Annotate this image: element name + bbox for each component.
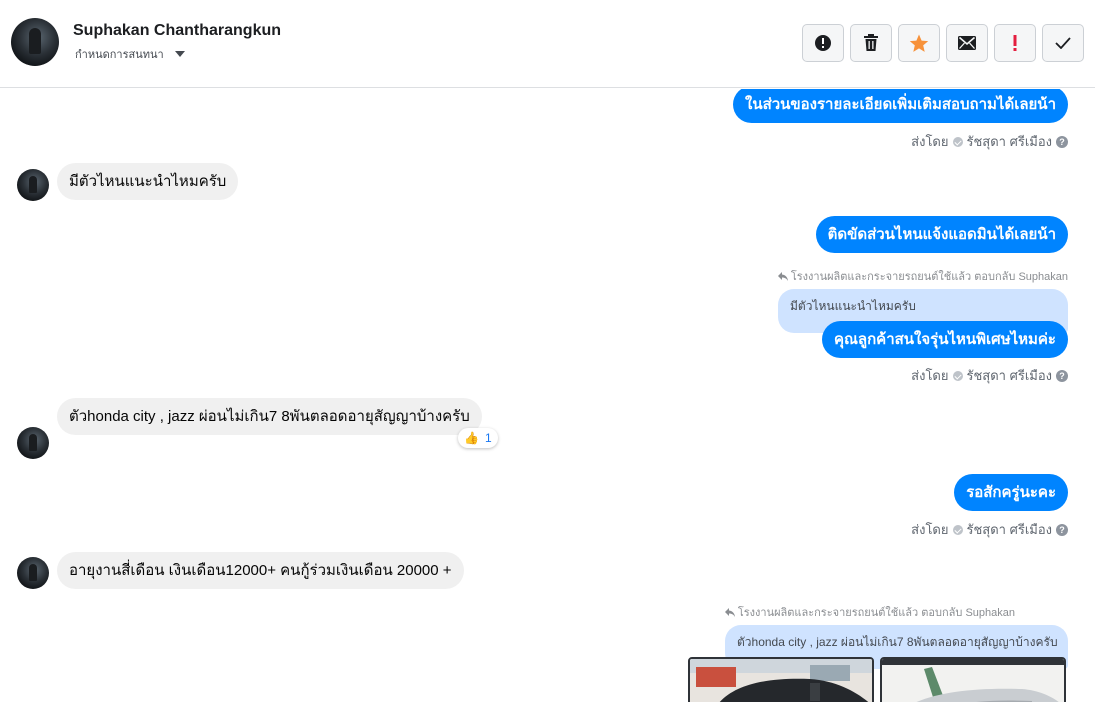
message-outgoing[interactable]: คุณลูกค้าสนใจรุ่นไหนพิเศษไหมค่ะ (821, 321, 1068, 358)
agent-name[interactable]: รัชสุดา ศรีเมือง (967, 365, 1053, 386)
contact-avatar-small[interactable] (17, 169, 49, 201)
sent-by-label: ส่งโดย (911, 134, 949, 149)
help-icon[interactable]: ? (1056, 523, 1068, 536)
reply-note: โรงงานผลิตและกระจายรถยนต์ใช้แล้ว ตอบกลับ… (724, 603, 1015, 621)
help-icon[interactable]: ? (1056, 135, 1068, 148)
important-button[interactable] (994, 24, 1036, 62)
contact-avatar-small[interactable] (17, 427, 49, 459)
alert-circle-icon (815, 35, 831, 51)
message-thread[interactable]: ในส่วนของรายละเอียดเพิ่มเติมสอบถามได้เลย… (0, 89, 1095, 702)
check-circle-icon (952, 524, 963, 535)
reply-note-text: โรงงานผลิตและกระจายรถยนต์ใช้แล้ว ตอบกลับ… (790, 271, 1068, 283)
conversation-schedule-label: กำหนดการสนทนา (75, 49, 164, 61)
sent-by-info: ส่งโดย รัชสุดา ศรีเมือง ? (911, 131, 1068, 152)
car-photo-image (882, 659, 1064, 702)
star-button[interactable] (898, 24, 940, 62)
envelope-icon (958, 36, 976, 50)
contact-avatar[interactable] (11, 18, 59, 66)
conversation-schedule-dropdown[interactable]: กำหนดการสนทนา (75, 45, 185, 63)
message-incoming[interactable]: มีตัวไหนแนะนำไหมครับ (57, 163, 239, 200)
car-photo-image (690, 659, 872, 702)
mark-done-button[interactable] (1042, 24, 1084, 62)
trash-icon (864, 34, 878, 51)
photo-attachment[interactable] (880, 657, 1066, 702)
sent-by-info: ส่งโดย รัชสุดา ศรีเมือง ? (911, 519, 1068, 540)
reply-arrow-icon (777, 271, 788, 281)
conversation-toolbar (802, 24, 1084, 62)
sent-by-label: ส่งโดย (911, 522, 949, 537)
check-circle-icon (952, 136, 963, 147)
message-outgoing[interactable]: รอสักครู่นะคะ (954, 474, 1068, 511)
exclamation-icon (1013, 35, 1017, 51)
check-circle-icon (952, 370, 963, 381)
message-outgoing[interactable]: ติดขัดส่วนไหนแจ้งแอดมินได้เลยน้า (815, 216, 1068, 253)
agent-name[interactable]: รัชสุดา ศรีเมือง (967, 519, 1053, 540)
contact-avatar-small[interactable] (17, 557, 49, 589)
message-outgoing[interactable]: ในส่วนของรายละเอียดเพิ่มเติมสอบถามได้เลย… (733, 89, 1068, 123)
reply-note-text: โรงงานผลิตและกระจายรถยนต์ใช้แล้ว ตอบกลับ… (737, 607, 1015, 619)
spam-button[interactable] (802, 24, 844, 62)
reply-arrow-icon (724, 607, 735, 617)
sent-by-label: ส่งโดย (911, 368, 949, 383)
star-icon (909, 34, 929, 52)
agent-name[interactable]: รัชสุดา ศรีเมือง (967, 131, 1053, 152)
thumbs-up-icon: 👍 (464, 431, 479, 445)
message-incoming[interactable]: อายุงานสี่เดือน เงินเดือน12000+ คนกู้ร่ว… (57, 552, 464, 589)
sent-by-info: ส่งโดย รัชสุดา ศรีเมือง ? (911, 365, 1068, 386)
photo-attachment[interactable] (688, 657, 874, 702)
contact-name[interactable]: Suphakan Chantharangkun (73, 22, 281, 40)
mark-unread-button[interactable] (946, 24, 988, 62)
check-icon (1055, 37, 1071, 49)
caret-down-icon (174, 51, 185, 57)
reaction-count: 1 (484, 431, 492, 445)
help-icon[interactable]: ? (1056, 369, 1068, 382)
message-incoming[interactable]: ตัวhonda city , jazz ผ่อนไม่เกิน7 8พันตล… (57, 398, 482, 435)
reply-note: โรงงานผลิตและกระจายรถยนต์ใช้แล้ว ตอบกลับ… (777, 267, 1068, 285)
conversation-header: Suphakan Chantharangkun กำหนดการสนทนา (0, 0, 1095, 88)
message-reaction[interactable]: 👍 1 (458, 428, 498, 448)
delete-button[interactable] (850, 24, 892, 62)
